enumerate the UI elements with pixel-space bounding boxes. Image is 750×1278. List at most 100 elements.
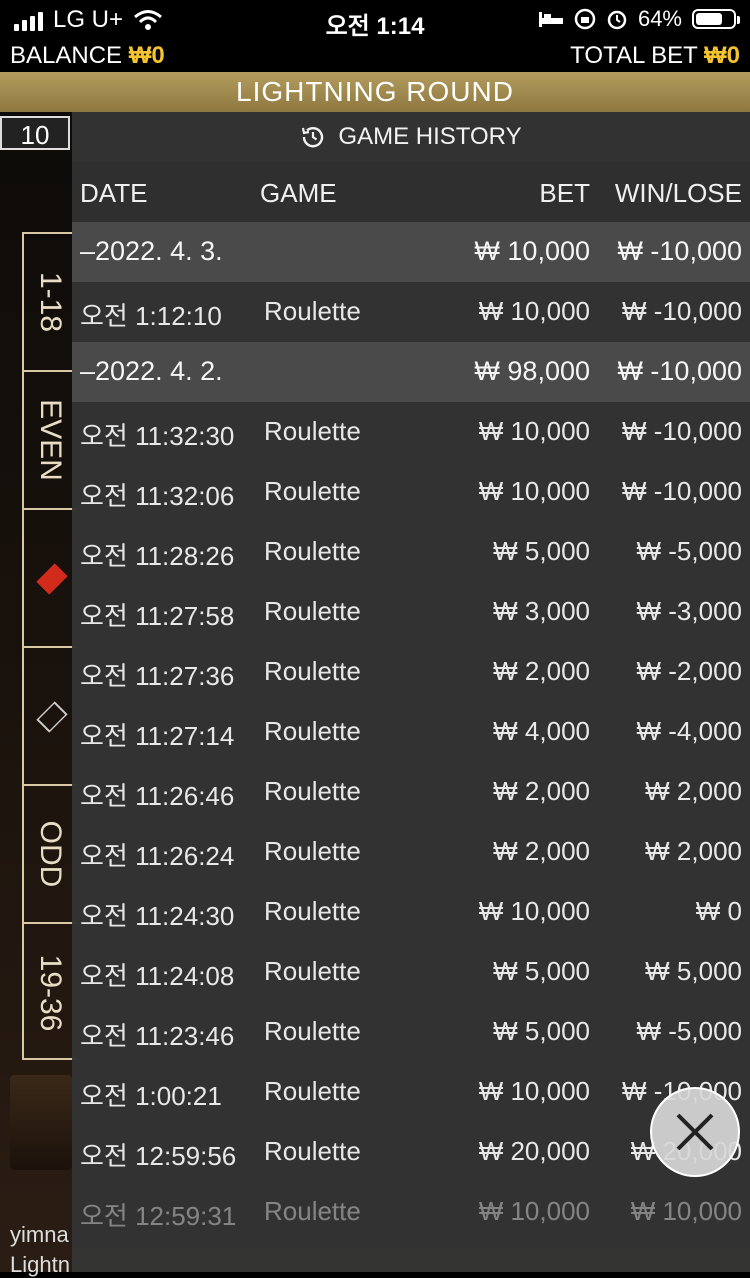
close-icon xyxy=(676,1113,714,1151)
bet-info-bar: BALANCE ₩0 TOTAL BET ₩0 xyxy=(0,40,750,72)
row-date: 오전 11:32:30 xyxy=(80,421,235,451)
row-date: 오전 11:27:36 xyxy=(80,661,235,691)
row-game: Roulette xyxy=(264,596,361,626)
row-win-lose: ₩ -2,000 xyxy=(636,656,743,686)
row-bet: ₩ 10,000 xyxy=(478,476,590,506)
row-game: Roulette xyxy=(264,1016,361,1046)
row-win-lose: ₩ 2,000 xyxy=(645,836,742,866)
row-game: Roulette xyxy=(264,1196,361,1226)
close-button[interactable] xyxy=(650,1087,740,1177)
row-win-lose: ₩ -3,000 xyxy=(636,596,743,626)
row-bet: ₩ 2,000 xyxy=(493,656,590,686)
header-game: GAME xyxy=(260,178,337,208)
bet-cell-even[interactable]: EVEN xyxy=(24,372,76,510)
row-bet: ₩ 2,000 xyxy=(493,776,590,806)
history-row[interactable]: 오전 12:59:31 Roulette ₩ 10,000 ₩ 10,000 xyxy=(72,1182,750,1242)
row-date: 오전 11:27:14 xyxy=(80,721,235,751)
history-row[interactable]: 오전 11:27:14 Roulette ₩ 4,000 ₩ -4,000 xyxy=(72,702,750,762)
row-bet: ₩ 4,000 xyxy=(493,716,590,746)
history-row[interactable]: 오전 11:32:30 Roulette ₩ 10,000 ₩ -10,000 xyxy=(72,402,750,462)
row-win-lose: ₩ -10,000 xyxy=(622,296,742,326)
last-number-chip: 10 xyxy=(0,116,70,150)
row-date: 오전 11:23:46 xyxy=(80,1021,235,1051)
game-thumbnail[interactable] xyxy=(10,1075,72,1170)
row-bet: ₩ 10,000 xyxy=(478,416,590,446)
row-game: Roulette xyxy=(264,296,361,326)
outside-bets-column: 1-18 EVEN ODD 19-36 xyxy=(22,232,76,1060)
row-date: 오전 12:59:31 xyxy=(80,1201,237,1231)
balance-value: ₩0 xyxy=(128,42,165,69)
history-row[interactable]: 오전 11:26:46 Roulette ₩ 2,000 ₩ 2,000 xyxy=(72,762,750,822)
row-game: Roulette xyxy=(264,776,361,806)
bet-cell-1-18[interactable]: 1-18 xyxy=(24,234,76,372)
row-game: Roulette xyxy=(264,476,361,506)
row-date: 오전 11:24:30 xyxy=(80,901,235,931)
row-date: –2022. 4. 3. xyxy=(80,236,223,266)
row-date: 오전 11:24:08 xyxy=(80,961,235,991)
battery-percent: 64% xyxy=(637,6,682,31)
bet-cell-black[interactable] xyxy=(24,648,76,786)
lightning-round-banner: LIGHTNING ROUND xyxy=(0,72,750,112)
history-row[interactable]: 오전 12:59:56Roulette₩ 20,000₩ 20,000 xyxy=(72,1122,750,1182)
row-game: Roulette xyxy=(264,416,361,446)
history-row[interactable]: 오전 11:24:30 Roulette ₩ 10,000 ₩ 0 xyxy=(72,882,750,942)
footer-game-name: Lightn xyxy=(10,1252,70,1277)
history-row[interactable]: 오전 11:24:08 Roulette ₩ 5,000 ₩ 5,000 xyxy=(72,942,750,1002)
row-game: Roulette xyxy=(264,1136,361,1166)
row-win-lose: ₩ 0 xyxy=(695,896,742,926)
row-bet: ₩ 98,000 xyxy=(474,356,590,386)
row-bet: ₩ 10,000 xyxy=(478,1076,590,1106)
game-history-panel: GAME HISTORY DATE GAME BET WIN/LOSE –202… xyxy=(72,112,750,1272)
history-clock-icon xyxy=(302,127,324,148)
row-game: Roulette xyxy=(264,956,361,986)
row-game: Roulette xyxy=(264,536,361,566)
row-date: –2022. 4. 2. xyxy=(80,356,223,386)
table-header: DATE GAME BET WIN/LOSE xyxy=(72,162,750,222)
row-win-lose: ₩ -10,000 xyxy=(622,416,742,446)
header-date: DATE xyxy=(80,178,148,208)
date-group-row[interactable]: –2022. 4. 2. ₩ 98,000 ₩ -10,000 xyxy=(72,342,750,402)
row-win-lose: ₩ 10,000 xyxy=(630,1196,742,1226)
bet-cell-19-36[interactable]: 19-36 xyxy=(24,924,76,1062)
row-game: Roulette xyxy=(264,656,361,686)
bet-cell-odd[interactable]: ODD xyxy=(24,786,76,924)
row-bet: ₩ 10,000 xyxy=(478,1196,590,1226)
total-bet: TOTAL BET ₩0 xyxy=(570,42,740,70)
battery-icon xyxy=(692,9,740,29)
history-list[interactable]: –2022. 4. 3. ₩ 10,000 ₩ -10,000 오전 1:12:10 R… xyxy=(72,222,750,1242)
row-win-lose: ₩ -10,000 xyxy=(622,476,742,506)
row-date: 오전 11:26:24 xyxy=(80,841,235,871)
row-bet: ₩ 10,000 xyxy=(478,296,590,326)
row-bet: ₩ 3,000 xyxy=(493,596,590,626)
row-date: 오전 12:59:56 xyxy=(80,1141,237,1171)
row-win-lose: ₩ -10,000 xyxy=(617,236,742,266)
panel-title-text: GAME HISTORY xyxy=(338,123,522,150)
history-row[interactable]: 오전 1:12:10 Roulette ₩ 10,000 ₩ -10,000 xyxy=(72,282,750,342)
rotation-lock-icon xyxy=(574,8,596,30)
date-group-row[interactable]: –2022. 4. 3. ₩ 10,000 ₩ -10,000 xyxy=(72,222,750,282)
panel-title: GAME HISTORY xyxy=(72,112,750,162)
row-win-lose: ₩ 5,000 xyxy=(645,956,742,986)
row-game: Roulette xyxy=(264,896,361,926)
row-bet: ₩ 5,000 xyxy=(493,1016,590,1046)
history-row[interactable]: 오전 1:00:21Roulette₩ 10,000₩ -10,000 xyxy=(72,1062,750,1122)
history-row[interactable]: 오전 11:23:46 Roulette ₩ 5,000 ₩ -5,000 xyxy=(72,1002,750,1062)
history-row[interactable]: 오전 11:27:58 Roulette ₩ 3,000 ₩ -3,000 xyxy=(72,582,750,642)
row-game: Roulette xyxy=(264,836,361,866)
total-bet-value: ₩0 xyxy=(704,42,740,69)
row-game: Roulette xyxy=(264,1076,361,1106)
history-row[interactable]: 오전 11:32:06 Roulette ₩ 10,000 ₩ -10,000 xyxy=(72,462,750,522)
history-row[interactable]: 오전 11:27:36 Roulette ₩ 2,000 ₩ -2,000 xyxy=(72,642,750,702)
status-bar: LG U+ 오전 1:14 64% xyxy=(0,0,750,40)
row-bet: ₩ 10,000 xyxy=(478,896,590,926)
bed-icon xyxy=(538,12,563,27)
balance-label: BALANCE xyxy=(10,42,123,69)
row-date: 오전 11:28:26 xyxy=(80,541,235,571)
history-row[interactable]: 오전 11:26:24 Roulette ₩ 2,000 ₩ 2,000 xyxy=(72,822,750,882)
history-row[interactable]: 오전 11:28:26 Roulette ₩ 5,000 ₩ -5,000 xyxy=(72,522,750,582)
header-win-lose: WIN/LOSE xyxy=(614,178,742,208)
status-right: 64% xyxy=(538,6,740,32)
row-bet: ₩ 5,000 xyxy=(493,956,590,986)
row-game: Roulette xyxy=(264,716,361,746)
bet-cell-red[interactable] xyxy=(24,510,76,648)
